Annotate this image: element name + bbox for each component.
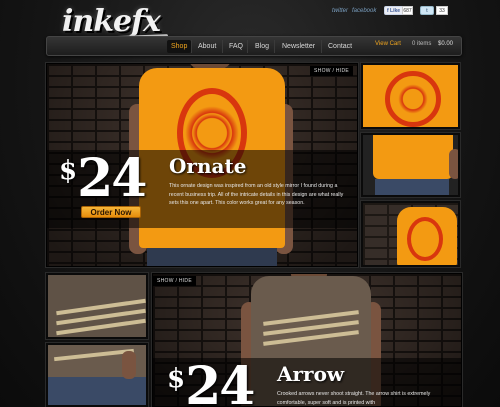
product-title: Arrow: [277, 362, 345, 386]
product-description: This ornate design was inspired from an …: [169, 183, 344, 206]
thumbnail-arrow-side[interactable]: [46, 343, 148, 407]
twitter-link[interactable]: twitter: [332, 8, 348, 14]
nav-item-shop[interactable]: Shop: [167, 40, 192, 53]
currency-symbol: $: [59, 156, 78, 186]
nav-divider: [321, 40, 322, 53]
show-hide-toggle[interactable]: SHOW / HIDE: [310, 66, 353, 76]
product-description: Crooked arrows never shoot straight. The…: [277, 391, 431, 406]
order-now-button[interactable]: Order Now: [81, 206, 141, 218]
nav-divider: [222, 40, 223, 53]
nav-item-blog[interactable]: Blog: [251, 40, 273, 53]
nav-item-contact[interactable]: Contact: [324, 40, 356, 53]
currency-symbol: $: [167, 364, 186, 394]
cart-item-count: 0 items: [412, 41, 432, 47]
view-cart-link[interactable]: View Cart: [375, 41, 401, 47]
product-panel-arrow: SHOW / HIDE $24 Arrow Crooked arrows nev…: [152, 273, 462, 407]
nav-item-faq[interactable]: FAQ: [225, 40, 247, 53]
ornate-print-closeup: [385, 71, 441, 127]
main-navigation: Shop About FAQ Blog Newsletter Contact V…: [46, 36, 462, 56]
tweet-count: 33: [436, 6, 448, 15]
price-amount: 24: [77, 148, 147, 209]
thumbnail-arrow-front[interactable]: [46, 273, 148, 339]
nav-divider: [191, 40, 192, 53]
facebook-like-count: 687: [402, 6, 413, 15]
nav-item-about[interactable]: About: [194, 40, 220, 53]
thumbnail-ornate-front[interactable]: [361, 63, 460, 129]
nav-divider: [247, 40, 248, 53]
show-hide-toggle[interactable]: SHOW / HIDE: [153, 276, 196, 286]
price-amount: 24: [185, 356, 255, 407]
nav-divider: [274, 40, 275, 53]
price-tag: $24: [167, 356, 255, 407]
thumbnail-ornate-back[interactable]: [361, 201, 460, 267]
product-panel-ornate: SHOW / HIDE $24 Ornate This ornate desig…: [46, 63, 358, 267]
cart-total: $0.00: [438, 41, 454, 47]
price-tag: $24: [59, 148, 147, 209]
facebook-link[interactable]: facebook: [352, 8, 376, 14]
nav-item-newsletter[interactable]: Newsletter: [278, 40, 319, 53]
tweet-button[interactable]: t: [420, 6, 434, 15]
product-title: Ornate: [169, 154, 247, 178]
site-logo[interactable]: inkefx: [62, 4, 161, 39]
thumbnail-ornate-side[interactable]: [361, 133, 460, 197]
